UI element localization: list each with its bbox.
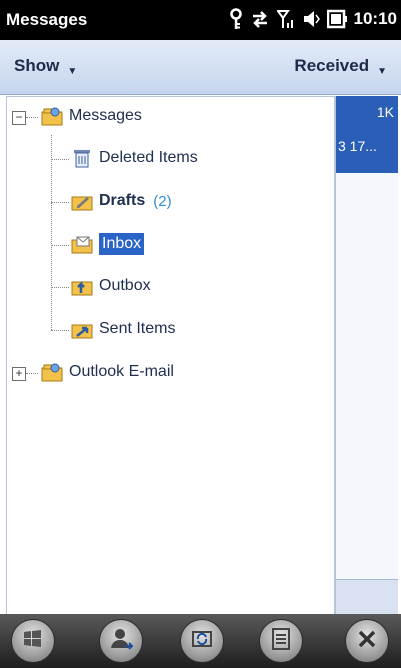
message-list[interactable]: 1K 3 17... [335,96,398,614]
collapse-icon[interactable]: − [12,111,26,125]
folder-label: Drafts [99,192,146,209]
folder-label: Sent Items [99,320,176,337]
folder-tree[interactable]: − Messages Deleted Items Drafts (2) Inbo… [6,96,335,616]
trash-icon [71,147,93,169]
drafts-folder-icon [71,190,93,212]
tree-connector [51,202,69,203]
sent-folder-icon [71,318,93,340]
menu-button[interactable] [259,619,303,663]
unread-count: (2) [153,192,172,210]
folder-label: Deleted Items [99,149,198,166]
folder-label: Messages [69,107,142,124]
start-button[interactable] [11,619,55,663]
app-title: Messages [6,10,88,29]
sync-arrows-icon [250,9,270,29]
battery-icon [326,9,347,29]
folder-label: Inbox [99,233,145,255]
inbox-folder-icon [71,233,93,255]
folder-deleted-items[interactable]: Deleted Items [71,147,198,169]
close-button[interactable] [345,619,389,663]
folder-label: Outbox [99,277,151,294]
caret-down-icon: ▼ [67,66,78,77]
list-footer [336,579,398,614]
outbox-folder-icon [71,275,93,297]
tree-connector [51,287,69,288]
mail-folder-icon [41,105,63,127]
caret-down-icon: ▼ [377,66,387,77]
tree-connector [51,330,69,331]
tree-connector [26,117,38,118]
tree-connector [51,245,69,246]
folder-inbox[interactable]: Inbox [71,233,145,255]
status-icons: 10:10 [229,8,397,30]
clock-time: 10:10 [353,9,397,28]
taskbar [0,614,401,668]
status-bar: Messages 10:10 [0,0,401,40]
show-menu-button[interactable]: Show ▼ [14,56,77,77]
message-row-selected[interactable]: 1K 3 17... [336,96,398,173]
message-date: 3 17... [338,138,377,154]
folder-outbox[interactable]: Outbox [71,275,151,297]
windows-flag-icon [21,627,45,656]
folder-messages[interactable]: Messages [41,105,142,127]
mail-folder-icon [41,361,63,383]
show-menu-label: Show [14,56,60,75]
menu-list-icon [270,627,292,656]
received-menu-label: Received [294,56,370,75]
folder-sent-items[interactable]: Sent Items [71,318,175,340]
signal-icon [276,9,295,29]
volume-icon [302,9,320,29]
send-receive-button[interactable] [180,619,224,663]
message-size: 1K [376,104,394,120]
tree-connector [51,159,69,160]
folder-label: Outlook E-mail [69,363,174,380]
folder-drafts[interactable]: Drafts (2) [71,190,172,212]
menu-bar: Show ▼ Received ▼ [0,40,401,95]
close-icon [356,628,378,655]
key-icon [229,8,243,30]
send-receive-icon [190,627,214,656]
tree-connector [51,135,52,330]
contacts-button[interactable] [99,619,143,663]
contact-icon [108,626,134,657]
expand-icon[interactable]: + [12,367,26,381]
tree-connector [26,373,38,374]
received-menu-button[interactable]: Received ▼ [294,56,387,77]
folder-outlook-email[interactable]: Outlook E-mail [41,361,174,383]
